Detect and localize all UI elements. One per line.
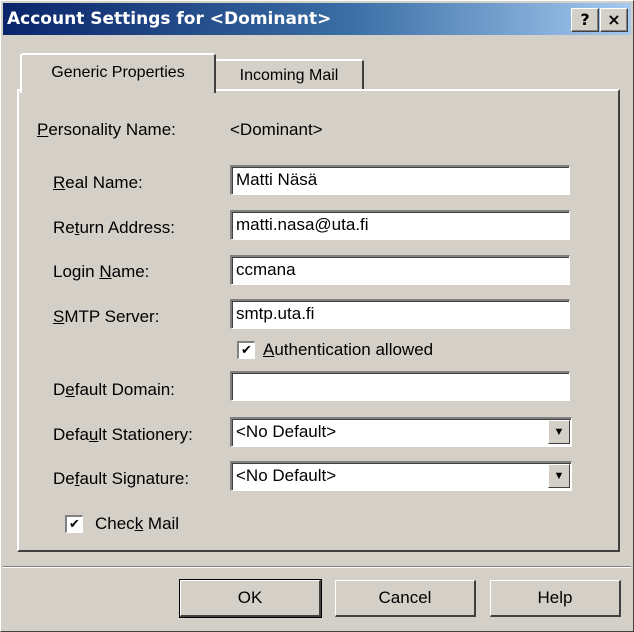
- tab-generic-properties[interactable]: Generic Properties: [20, 53, 216, 93]
- title-bar: Account Settings for <Dominant> ? ×: [3, 3, 631, 35]
- ok-button[interactable]: OK: [179, 579, 322, 618]
- generic-properties-panel: [17, 89, 620, 552]
- help-title-button[interactable]: ?: [571, 8, 599, 32]
- help-button[interactable]: Help: [490, 580, 621, 617]
- cancel-button[interactable]: Cancel: [335, 580, 476, 617]
- separator: [3, 566, 631, 568]
- close-button[interactable]: ×: [600, 8, 628, 32]
- tab-incoming-mail[interactable]: Incoming Mail: [214, 59, 364, 91]
- dialog-title: Account Settings for <Dominant>: [7, 9, 332, 29]
- account-settings-dialog: Account Settings for <Dominant> ? × Gene…: [0, 0, 634, 632]
